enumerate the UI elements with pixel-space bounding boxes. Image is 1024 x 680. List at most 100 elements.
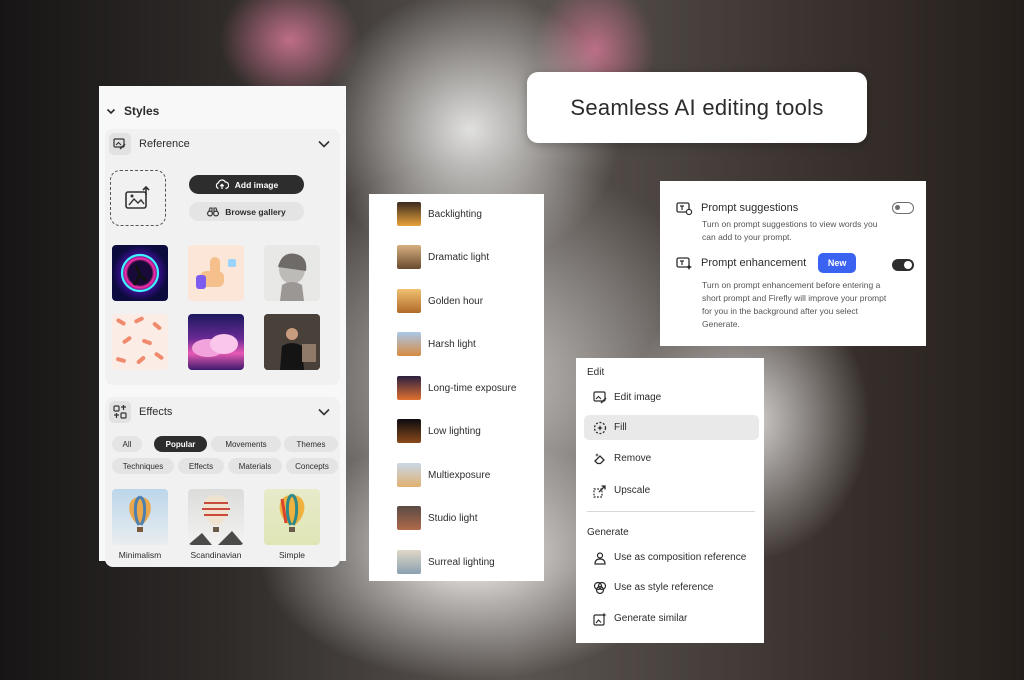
list-item-label: Harsh light xyxy=(428,338,476,350)
menu-item-composition-reference[interactable]: Use as composition reference xyxy=(584,545,759,570)
upscale-icon xyxy=(593,484,607,498)
chevron-down-icon[interactable] xyxy=(318,408,330,416)
reference-section: Reference Add image Browse gallery xyxy=(105,129,340,385)
tag-concepts[interactable]: Concepts xyxy=(286,458,338,474)
menu-item-generate-similar[interactable]: Generate similar xyxy=(584,606,759,631)
list-item-label: Dramatic light xyxy=(428,251,490,263)
effect-label-minimalism: Minimalism xyxy=(118,550,162,560)
menu-item-upscale[interactable]: Upscale xyxy=(584,478,759,503)
list-item-backlighting[interactable]: Backlighting xyxy=(397,202,482,226)
prompt-enhancement-description: Turn on prompt enhancement before enteri… xyxy=(702,280,887,329)
balloon-thumbnail xyxy=(397,506,421,530)
eraser-icon xyxy=(593,452,607,466)
tag-popular[interactable]: Popular xyxy=(154,436,207,452)
list-item-label: Multiexposure xyxy=(428,469,491,481)
prompt-suggestions-icon xyxy=(676,201,693,215)
edit-image-icon xyxy=(593,391,607,404)
tag-materials[interactable]: Materials xyxy=(228,458,282,474)
generate-similar-icon xyxy=(593,612,607,626)
styles-title: Styles xyxy=(124,104,160,118)
balloon-thumbnail xyxy=(397,332,421,356)
tag-movements[interactable]: Movements xyxy=(211,436,281,452)
reference-thumbnail-thumbsup[interactable] xyxy=(188,245,244,301)
styles-panel: Styles Reference Add image Browse galler… xyxy=(99,86,346,567)
effects-section: Effects All Popular Movements Themes Tec… xyxy=(105,397,340,567)
add-image-button[interactable]: Add image xyxy=(189,175,304,194)
tag-themes[interactable]: Themes xyxy=(284,436,338,452)
reference-thumbnail-neon[interactable] xyxy=(112,245,168,301)
menu-item-fill[interactable]: Fill xyxy=(584,415,759,440)
balloon-thumbnail xyxy=(397,550,421,574)
reference-header[interactable]: Reference xyxy=(109,133,190,155)
effect-thumbnail-minimalism[interactable] xyxy=(112,489,168,545)
balloon-thumbnail xyxy=(397,419,421,443)
edit-context-menu: Edit Edit image Fill Remove Upscale Gene… xyxy=(576,358,764,643)
list-item-harsh-light[interactable]: Harsh light xyxy=(397,332,476,356)
effects-label: Effects xyxy=(139,406,173,418)
effect-thumbnail-scandinavian[interactable] xyxy=(188,489,244,545)
effects-icon xyxy=(109,401,131,423)
list-item-surreal-lighting[interactable]: Surreal lighting xyxy=(397,550,495,574)
headline-text: Seamless AI editing tools xyxy=(570,94,824,120)
menu-item-style-reference[interactable]: Use as style reference xyxy=(584,575,759,600)
balloon-thumbnail xyxy=(397,202,421,226)
chevron-down-icon[interactable] xyxy=(106,106,116,116)
list-item-label: Low lighting xyxy=(428,425,481,437)
prompt-settings-panel: Prompt suggestions Turn on prompt sugges… xyxy=(660,181,926,346)
list-item-label: Backlighting xyxy=(428,208,482,220)
prompt-suggestions-toggle[interactable] xyxy=(892,202,914,214)
fill-icon xyxy=(593,421,607,435)
balloon-thumbnail xyxy=(397,376,421,400)
binoculars-icon xyxy=(207,206,220,217)
reference-thumbnail-pattern[interactable] xyxy=(112,314,168,370)
lighting-list-panel: Backlighting Dramatic light Golden hour … xyxy=(369,194,544,581)
prompt-enhancement-toggle[interactable] xyxy=(892,259,914,271)
effect-label-simple: Simple xyxy=(279,550,305,560)
balloon-thumbnail xyxy=(397,463,421,487)
tag-all[interactable]: All xyxy=(112,436,142,452)
prompt-suggestions-row: Prompt suggestions xyxy=(676,201,798,215)
tag-effects[interactable]: Effects xyxy=(178,458,224,474)
generate-section-header: Generate xyxy=(587,527,629,538)
list-item-low-lighting[interactable]: Low lighting xyxy=(397,419,481,443)
menu-item-label: Fill xyxy=(614,422,627,433)
menu-item-remove[interactable]: Remove xyxy=(584,446,759,471)
new-badge: New xyxy=(818,253,857,273)
upload-image-dropzone[interactable] xyxy=(110,170,166,226)
edit-section-header: Edit xyxy=(587,367,605,378)
balloon-thumbnail xyxy=(397,245,421,269)
prompt-enhancement-row: Prompt enhancement New xyxy=(676,253,857,273)
menu-item-label: Use as composition reference xyxy=(614,552,747,563)
menu-item-label: Remove xyxy=(614,453,652,464)
reference-thumbnail-clouds[interactable] xyxy=(188,314,244,370)
effect-thumbnail-simple[interactable] xyxy=(264,489,320,545)
browse-gallery-label: Browse gallery xyxy=(225,206,286,217)
reference-thumbnail-portrait[interactable] xyxy=(264,314,320,370)
menu-item-label: Upscale xyxy=(614,485,651,496)
list-item-label: Long-time exposure xyxy=(428,382,517,394)
tag-techniques[interactable]: Techniques xyxy=(112,458,174,474)
headline-card: Seamless AI editing tools xyxy=(527,72,867,143)
menu-item-edit-image[interactable]: Edit image xyxy=(584,385,759,410)
menu-item-label: Use as style reference xyxy=(614,582,714,593)
menu-item-label: Generate similar xyxy=(614,613,688,624)
prompt-enhancement-icon xyxy=(676,256,693,270)
effects-header[interactable]: Effects xyxy=(109,401,172,423)
reference-icon xyxy=(109,133,131,155)
style-reference-icon xyxy=(593,581,607,595)
list-item-label: Studio light xyxy=(428,512,478,524)
list-item-golden-hour[interactable]: Golden hour xyxy=(397,289,483,313)
list-item-studio-light[interactable]: Studio light xyxy=(397,506,477,530)
prompt-suggestions-title: Prompt suggestions xyxy=(701,202,799,214)
list-item-long-time-exposure[interactable]: Long-time exposure xyxy=(397,376,516,400)
prompt-suggestions-description: Turn on prompt suggestions to view words… xyxy=(702,219,878,242)
list-item-label: Surreal lighting xyxy=(428,556,495,568)
reference-thumbnail-sketch[interactable] xyxy=(264,245,320,301)
list-item-multiexposure[interactable]: Multiexposure xyxy=(397,463,490,487)
composition-reference-icon xyxy=(593,551,607,565)
cloud-upload-icon xyxy=(215,179,229,190)
styles-header[interactable]: Styles xyxy=(106,104,159,118)
list-item-dramatic-light[interactable]: Dramatic light xyxy=(397,245,489,269)
chevron-down-icon[interactable] xyxy=(318,140,330,148)
browse-gallery-button[interactable]: Browse gallery xyxy=(189,202,304,221)
